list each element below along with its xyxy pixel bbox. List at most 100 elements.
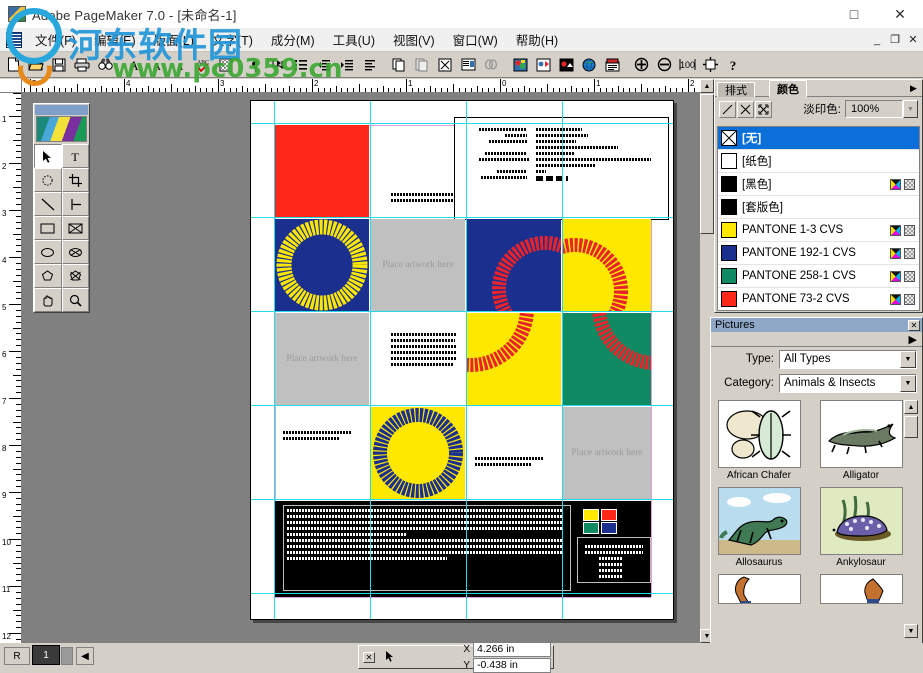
- control-palette[interactable]: ✕ X 4.266 in Y -0.438 in: [358, 645, 554, 669]
- thumbnail-image-allosaurus[interactable]: [718, 487, 801, 555]
- y-coordinate-field[interactable]: -0.438 in: [473, 658, 551, 673]
- line-tool[interactable]: [34, 192, 62, 216]
- type-dropdown-arrow-icon[interactable]: ▼: [900, 351, 916, 368]
- text-image-button[interactable]: [457, 54, 479, 76]
- tint-dropdown-arrow-icon[interactable]: ▼: [903, 100, 918, 118]
- menu-layout[interactable]: 版面(L): [145, 27, 203, 52]
- ruler-guide-h-2[interactable]: [251, 217, 673, 218]
- pointer-tool[interactable]: [34, 144, 62, 168]
- zoom-tool[interactable]: [62, 288, 90, 312]
- swatch-red[interactable]: [601, 509, 617, 521]
- spell-check-button[interactable]: ABC: [192, 54, 214, 76]
- pictures-palette[interactable]: Pictures ✕ ▶ Type: All Types ▼ Category:…: [710, 317, 923, 669]
- picture-thumbnail-item[interactable]: Alligator: [817, 400, 905, 481]
- page-spread-icon[interactable]: [61, 647, 73, 665]
- increase-indent-button[interactable]: [336, 54, 358, 76]
- menu-window[interactable]: 窗口(W): [444, 27, 507, 52]
- menu-element[interactable]: 成分(M): [262, 27, 324, 52]
- toolbox-palette[interactable]: T: [33, 103, 90, 313]
- picture-thumbnail-item[interactable]: Allosaurus: [715, 487, 803, 568]
- cell-yellow-blue-ring[interactable]: [371, 407, 465, 499]
- place-button[interactable]: [434, 54, 456, 76]
- export-pdf-button[interactable]: [601, 54, 623, 76]
- page-nav-button[interactable]: ◀: [76, 647, 94, 665]
- color-row-pantone-1-3[interactable]: PANTONE 1-3 CVS: [718, 219, 919, 242]
- thumbnails-scroll-down-button[interactable]: ▼: [904, 624, 918, 638]
- menu-utilities[interactable]: 工具(U): [324, 27, 384, 52]
- ellipse-tool[interactable]: [34, 240, 62, 264]
- vertical-scroll-thumb[interactable]: [700, 94, 714, 234]
- polygon-tool[interactable]: [34, 264, 62, 288]
- link-button[interactable]: [480, 54, 502, 76]
- document-page[interactable]: Place artwork here Place artwork here: [250, 100, 674, 620]
- text-tool[interactable]: T: [62, 144, 90, 168]
- document-restore-button[interactable]: ❐: [887, 32, 903, 48]
- tab-styles[interactable]: 排式: [717, 82, 755, 97]
- document-minimize-button[interactable]: _: [869, 32, 885, 48]
- rectangle-frame-tool[interactable]: [62, 216, 90, 240]
- swatch-yellow[interactable]: [583, 509, 599, 521]
- italic-text-button[interactable]: A: [146, 54, 168, 76]
- crop-tool[interactable]: [62, 168, 90, 192]
- menu-type[interactable]: 文字(T): [203, 27, 262, 52]
- constrained-line-tool[interactable]: [62, 192, 90, 216]
- menu-file[interactable]: 文件(F): [26, 27, 85, 52]
- export-image-button[interactable]: [532, 54, 554, 76]
- document-close-button[interactable]: ✕: [905, 32, 921, 48]
- cell-green-red-ring[interactable]: [563, 313, 651, 405]
- cell-red-block[interactable]: [275, 125, 369, 217]
- thumbnail-image-alligator[interactable]: [820, 400, 903, 468]
- menu-edit[interactable]: 编辑(E): [85, 27, 145, 52]
- cell-blue-red-ring[interactable]: [467, 219, 561, 311]
- globe-button[interactable]: [578, 54, 600, 76]
- thumbnail-image-antelope[interactable]: [718, 574, 801, 604]
- color-row-registration[interactable]: [套版色]: [718, 196, 919, 219]
- picture-thumbnail-item[interactable]: [715, 574, 803, 606]
- colors-palette[interactable]: 排式 颜色 ▶ 淡印色: 100% ▼ [无] [纸色] [黑色]: [714, 79, 923, 313]
- cell-artwork-1[interactable]: Place artwork here: [371, 219, 465, 311]
- zoom-in-button[interactable]: [630, 54, 652, 76]
- palette-menu-arrow-icon[interactable]: ▶: [907, 82, 920, 95]
- vertical-ruler[interactable]: 123456789101112: [0, 93, 22, 643]
- bold-text-button[interactable]: A: [123, 54, 145, 76]
- open-document-button[interactable]: [25, 54, 47, 76]
- document-icon[interactable]: [6, 32, 22, 48]
- color-row-pantone-192-1[interactable]: PANTONE 192-1 CVS: [718, 242, 919, 265]
- toolbox-title-bar[interactable]: [35, 105, 88, 115]
- ellipse-frame-tool[interactable]: [62, 240, 90, 264]
- paste-button[interactable]: [411, 54, 433, 76]
- print-document-button[interactable]: [71, 54, 93, 76]
- help-button[interactable]: ?: [722, 54, 744, 76]
- cell-yellow-red-ring[interactable]: [563, 219, 651, 311]
- thumbnail-image-antelope-2[interactable]: [820, 574, 903, 604]
- save-document-button[interactable]: [48, 54, 70, 76]
- document-work-area[interactable]: Place artwork here Place artwork here: [22, 93, 700, 643]
- ruler-guide-h-6[interactable]: [251, 593, 673, 594]
- type-select[interactable]: All Types: [779, 350, 917, 369]
- bullets-button[interactable]: [290, 54, 312, 76]
- picture-thumbnail-item[interactable]: African Chafer: [715, 400, 803, 481]
- maximize-button[interactable]: □: [831, 0, 877, 28]
- image-colors-button[interactable]: [509, 54, 531, 76]
- color-list[interactable]: [无] [纸色] [黑色] [套版色] PANTONE 1-3 CVS: [717, 126, 920, 311]
- thumbnail-image-african-chafer[interactable]: [718, 400, 801, 468]
- underline-text-button[interactable]: A: [169, 54, 191, 76]
- color-row-pantone-73-2[interactable]: PANTONE 73-2 CVS: [718, 288, 919, 311]
- swatch-blue[interactable]: [601, 522, 617, 534]
- polygon-frame-tool[interactable]: [62, 264, 90, 288]
- x-coordinate-field[interactable]: 4.266 in: [473, 642, 551, 657]
- color-row-paper[interactable]: [纸色]: [718, 150, 919, 173]
- decrease-indent-button[interactable]: [313, 54, 335, 76]
- show-paragraph-marks-button[interactable]: ¶: [244, 54, 266, 76]
- thumbnails-scroll-up-button[interactable]: ▲: [904, 400, 918, 414]
- copy-button[interactable]: [388, 54, 410, 76]
- category-select[interactable]: Animals & Insects: [779, 374, 917, 393]
- master-page-right-icon[interactable]: R: [4, 647, 30, 665]
- color-row-none[interactable]: [无]: [718, 127, 919, 150]
- rectangle-tool[interactable]: [34, 216, 62, 240]
- cell-blue-yellow-ring[interactable]: [275, 219, 369, 311]
- pictures-close-button[interactable]: ✕: [908, 320, 920, 331]
- ruler-guide-h-5[interactable]: [251, 499, 673, 500]
- control-palette-close-button[interactable]: ✕: [363, 652, 375, 663]
- ruler-guide-v-3[interactable]: [466, 101, 467, 619]
